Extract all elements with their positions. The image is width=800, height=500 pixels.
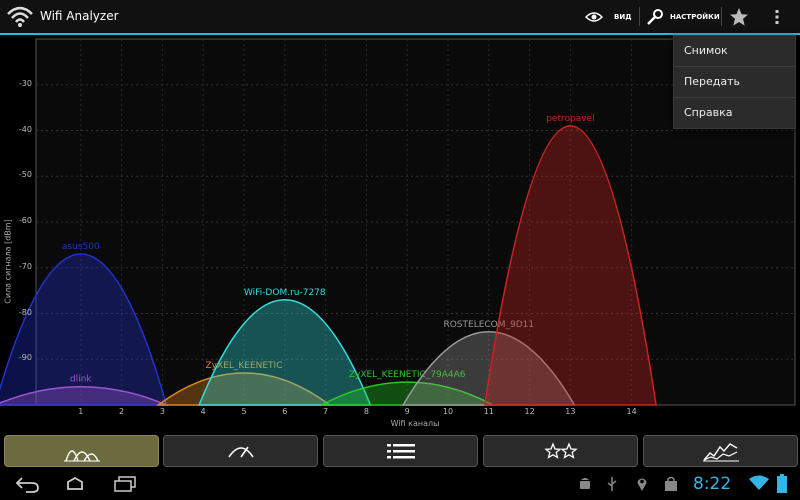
x-tick-label: 7	[323, 407, 329, 416]
x-tick-label: 12	[524, 407, 535, 416]
overflow-menu: Снимок Передать Справка	[673, 35, 796, 129]
x-tick-label: 2	[119, 407, 125, 416]
toolbar-divider	[721, 7, 722, 26]
menu-item-snapshot[interactable]: Снимок	[674, 36, 795, 67]
view-tabs	[0, 433, 800, 467]
y-tick-label: -90	[18, 353, 32, 363]
x-tick-label: 14	[626, 407, 637, 416]
x-tick-label: 5	[241, 407, 247, 416]
toolbar-divider	[639, 7, 640, 26]
view-label: ВИД	[614, 12, 632, 21]
menu-item-help[interactable]: Справка	[674, 98, 795, 128]
x-axis-label: Wifi каналы	[390, 419, 440, 428]
settings-label: НАСТРОЙКИ	[670, 12, 720, 21]
x-tick-label: 6	[282, 407, 288, 416]
x-tick-label: 8	[363, 407, 369, 416]
status-clock: 8:22	[693, 474, 732, 494]
meter-icon	[227, 446, 254, 458]
home-icon[interactable]	[63, 477, 87, 491]
stars-icon	[543, 442, 578, 459]
channel-graph-icon	[63, 450, 100, 462]
network-label: WiFi-DOM.ru-7278	[244, 288, 326, 298]
android-debug-icon	[580, 478, 590, 489]
overflow-menu-button[interactable]	[774, 0, 780, 33]
x-tick-label: 1	[78, 407, 84, 416]
x-tick-label: 11	[483, 407, 494, 416]
menu-item-share[interactable]: Передать	[674, 67, 795, 98]
list-icon	[386, 444, 415, 459]
wifi-signal-icon	[749, 475, 769, 490]
network-label: petropavel	[546, 114, 594, 124]
action-bar: Wifi Analyzer ВИД НАСТРОЙКИ	[0, 0, 800, 35]
x-tick-label: 10	[442, 407, 454, 416]
wrench-icon	[647, 8, 663, 25]
x-tick-label: 13	[565, 407, 576, 416]
battery-icon	[777, 474, 787, 493]
network-label: asus500	[62, 242, 100, 252]
wifi-icon	[7, 6, 33, 27]
tab-channel-rating[interactable]	[483, 435, 638, 467]
back-icon[interactable]	[14, 475, 40, 493]
tab-channel-graph[interactable]	[4, 435, 159, 467]
overflow-dots-icon	[775, 9, 779, 24]
y-axis-label: Сила сигнала [dBm]	[3, 219, 13, 304]
app-title: Wifi Analyzer	[40, 9, 119, 23]
y-tick-label: -50	[18, 170, 32, 180]
x-tick-label: 3	[159, 407, 165, 416]
x-tick-label: 9	[404, 407, 410, 416]
settings-button[interactable]: НАСТРОЙКИ	[646, 0, 720, 33]
y-tick-label: -30	[18, 78, 32, 88]
x-tick-label: 4	[200, 407, 206, 416]
usb-icon	[607, 477, 617, 491]
time-graph-icon	[702, 443, 739, 462]
tab-ap-list[interactable]	[323, 435, 478, 467]
view-button[interactable]: ВИД	[585, 0, 631, 33]
eye-icon	[585, 11, 603, 22]
location-icon	[637, 478, 647, 491]
recent-apps-icon[interactable]	[113, 476, 137, 492]
favorite-button[interactable]	[729, 0, 749, 33]
y-tick-label: -40	[18, 124, 32, 134]
star-icon	[730, 7, 748, 26]
system-nav-bar: 8:22	[0, 468, 800, 500]
tab-time-graph[interactable]	[643, 435, 798, 467]
tab-signal-meter[interactable]	[163, 435, 318, 467]
store-icon	[665, 476, 677, 491]
